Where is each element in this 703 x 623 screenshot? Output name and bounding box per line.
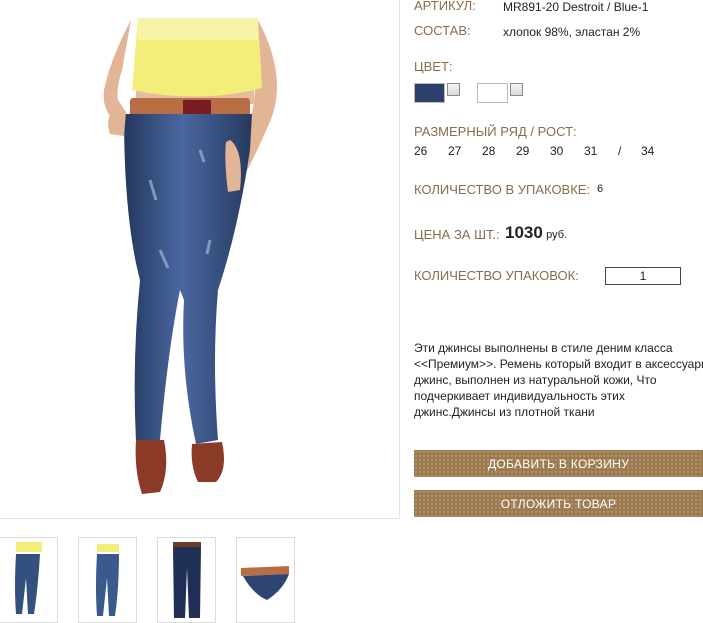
thumbnail-flat[interactable] (157, 537, 216, 623)
description-line: джинс, выполнен из натуральной кожи, Что (414, 373, 657, 387)
thumbnail-detail[interactable] (236, 537, 295, 623)
article-value: MR891-20 Destroit / Blue-1 (503, 0, 649, 14)
size-item: 29 (516, 144, 530, 158)
thumbnail-front[interactable] (0, 537, 58, 623)
pack-qty-label: КОЛИЧЕСТВО В УПАКОВКЕ: (414, 182, 591, 197)
price-value: 1030 (505, 223, 543, 242)
main-product-photo[interactable] (0, 0, 400, 519)
price-currency: руб. (546, 229, 568, 241)
packs-label: КОЛИЧЕСТВО УПАКОВОК: (414, 268, 579, 283)
article-label: АРТИКУЛ: (414, 0, 476, 13)
size-separator: / (618, 144, 622, 158)
size-item: 30 (550, 144, 564, 158)
description-line: джинс.Джинсы из плотной ткани (414, 405, 595, 419)
color-swatch-white[interactable] (477, 83, 508, 103)
price-label: ЦЕНА ЗА ШТ.: (414, 227, 500, 242)
composition-label: СОСТАВ: (414, 23, 471, 38)
color-label: ЦВЕТ: (414, 59, 453, 74)
description-line: подчеркивает индивидуальность этих (414, 389, 625, 403)
size-item: 31 (584, 144, 598, 158)
description-line: Эти джинсы выполнены в стиле деним класс… (414, 341, 673, 355)
size-item: 34 (641, 144, 655, 158)
add-to-cart-button[interactable]: ДОБАВИТЬ В КОРЗИНУ (414, 450, 703, 477)
composition-value: хлопок 98%, эластан 2% (503, 25, 641, 39)
size-label: РАЗМЕРНЫЙ РЯД / РОСТ: (414, 124, 577, 139)
postpone-item-button[interactable]: ОТЛОЖИТЬ ТОВАР (414, 490, 703, 517)
color-checkbox-white[interactable] (510, 83, 523, 96)
color-swatch-denim[interactable] (414, 83, 445, 103)
price: 1030 руб. (505, 223, 567, 243)
description-line: <<Премиум>>. Ремень который входит в акс… (414, 357, 703, 371)
thumbnail-side[interactable] (78, 537, 137, 623)
size-item: 28 (482, 144, 496, 158)
size-item: 26 (414, 144, 428, 158)
pack-qty-value: 6 (597, 183, 604, 195)
packs-quantity-input[interactable] (605, 267, 681, 285)
product-description: Эти джинсы выполнены в стиле деним класс… (414, 340, 703, 420)
size-item: 27 (448, 144, 462, 158)
color-checkbox-denim[interactable] (447, 83, 460, 96)
